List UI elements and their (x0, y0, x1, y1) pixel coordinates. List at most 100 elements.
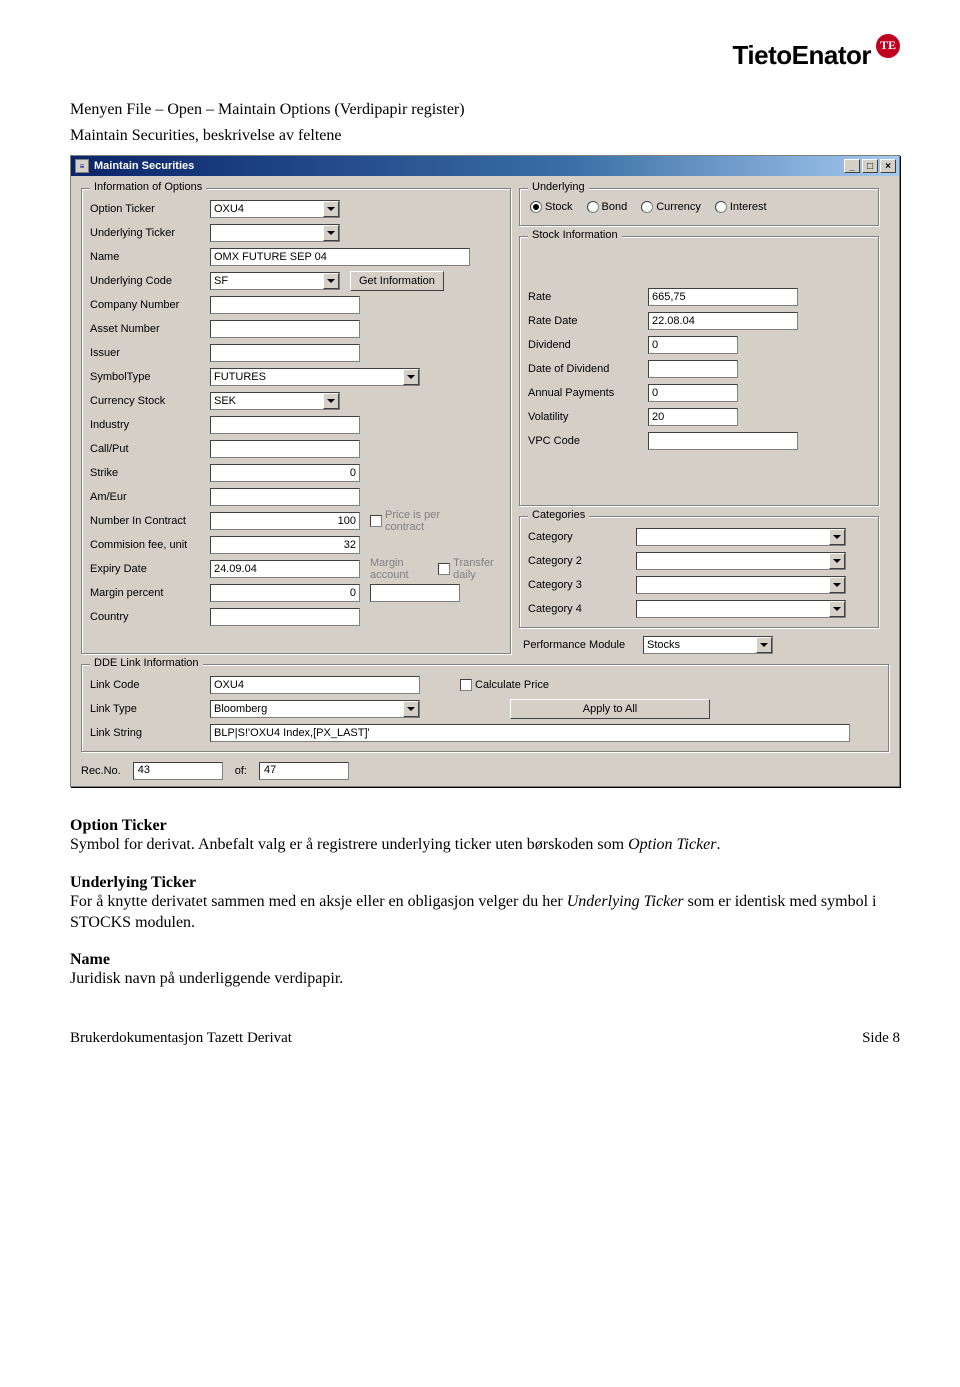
category3-combo[interactable] (636, 576, 846, 594)
label-rec-no: Rec.No. (81, 765, 121, 777)
chevron-down-icon[interactable] (829, 577, 845, 593)
margin-percent-input[interactable] (210, 584, 360, 602)
group-title-stockinfo: Stock Information (528, 229, 622, 241)
section-body-name: Juridisk navn på underliggende verdipapi… (70, 969, 900, 990)
underlying-ticker-combo[interactable] (210, 224, 340, 242)
country-input[interactable] (210, 608, 360, 626)
category4-input[interactable] (636, 600, 846, 618)
calculate-price-checkbox[interactable] (460, 679, 472, 691)
chevron-down-icon[interactable] (323, 393, 339, 409)
radio-stock[interactable]: Stock (530, 201, 573, 213)
chevron-down-icon[interactable] (756, 637, 772, 653)
option-ticker-combo[interactable] (210, 200, 340, 218)
volatility-input[interactable] (648, 408, 738, 426)
annual-payments-input[interactable] (648, 384, 738, 402)
label-underlying-ticker: Underlying Ticker (90, 227, 210, 239)
brand-logo: TietoEnator TE (70, 40, 900, 71)
chevron-down-icon[interactable] (403, 701, 419, 717)
chevron-down-icon[interactable] (829, 529, 845, 545)
rate-date-input[interactable] (648, 312, 798, 330)
number-in-contract-input[interactable] (210, 512, 360, 530)
chevron-down-icon[interactable] (403, 369, 419, 385)
label-company-number: Company Number (90, 299, 210, 311)
link-type-input[interactable] (210, 700, 420, 718)
expiry-date-input[interactable] (210, 560, 360, 578)
window-sysmenu-icon[interactable]: ≡ (75, 159, 89, 173)
brand-badge: TE (876, 34, 900, 58)
date-of-dividend-input[interactable] (648, 360, 738, 378)
underlying-code-combo[interactable] (210, 272, 340, 290)
window-title: Maintain Securities (94, 160, 842, 172)
rec-total-value: 47 (259, 762, 349, 780)
radio-currency[interactable]: Currency (641, 201, 701, 213)
radio-icon (587, 201, 599, 213)
label-link-string: Link String (90, 727, 210, 739)
performance-module-input[interactable] (643, 636, 773, 654)
group-title-underlying: Underlying (528, 181, 589, 193)
category-combo[interactable] (636, 528, 846, 546)
currency-stock-input[interactable] (210, 392, 340, 410)
asset-number-input[interactable] (210, 320, 360, 338)
symbol-type-input[interactable] (210, 368, 420, 386)
underlying-code-input[interactable] (210, 272, 340, 290)
chevron-down-icon[interactable] (829, 601, 845, 617)
window-maximize-button[interactable]: □ (862, 159, 878, 173)
chevron-down-icon[interactable] (323, 273, 339, 289)
category2-input[interactable] (636, 552, 846, 570)
apply-to-all-button[interactable]: Apply to All (510, 699, 710, 719)
category3-input[interactable] (636, 576, 846, 594)
call-put-input[interactable] (210, 440, 360, 458)
label-link-code: Link Code (90, 679, 210, 691)
name-input[interactable] (210, 248, 470, 266)
label-link-type: Link Type (90, 703, 210, 715)
rate-input[interactable] (648, 288, 798, 306)
link-string-input[interactable] (210, 724, 850, 742)
label-currency-stock: Currency Stock (90, 395, 210, 407)
vpc-code-input[interactable] (648, 432, 798, 450)
chevron-down-icon[interactable] (323, 201, 339, 217)
category2-combo[interactable] (636, 552, 846, 570)
issuer-input[interactable] (210, 344, 360, 362)
window-close-button[interactable]: × (880, 159, 896, 173)
chevron-down-icon[interactable] (829, 553, 845, 569)
margin-extra-input[interactable] (370, 584, 460, 602)
am-eur-input[interactable] (210, 488, 360, 506)
label-asset-number: Asset Number (90, 323, 210, 335)
group-title-info: Information of Options (90, 181, 206, 193)
link-type-combo[interactable] (210, 700, 420, 718)
group-information-of-options: Information of Options Option Ticker Und… (81, 188, 511, 654)
radio-bond[interactable]: Bond (587, 201, 628, 213)
option-ticker-input[interactable] (210, 200, 340, 218)
label-calculate-price: Calculate Price (475, 679, 549, 691)
link-code-input[interactable] (210, 676, 420, 694)
label-margin-percent: Margin percent (90, 587, 210, 599)
label-category: Category (528, 531, 636, 543)
chevron-down-icon[interactable] (323, 225, 339, 241)
maintain-securities-window: ≡ Maintain Securities _ □ × Information … (70, 155, 900, 787)
label-category3: Category 3 (528, 579, 636, 591)
performance-module-combo[interactable] (643, 636, 773, 654)
window-minimize-button[interactable]: _ (844, 159, 860, 173)
currency-stock-combo[interactable] (210, 392, 340, 410)
company-number-input[interactable] (210, 296, 360, 314)
category4-combo[interactable] (636, 600, 846, 618)
strike-input[interactable] (210, 464, 360, 482)
record-status-bar: Rec.No. 43 of: 47 (71, 758, 899, 786)
commision-fee-input[interactable] (210, 536, 360, 554)
label-of: of: (235, 765, 247, 777)
underlying-ticker-input[interactable] (210, 224, 340, 242)
price-per-contract-checkbox[interactable] (370, 515, 382, 527)
label-category4: Category 4 (528, 603, 636, 615)
dividend-input[interactable] (648, 336, 738, 354)
industry-input[interactable] (210, 416, 360, 434)
category-input[interactable] (636, 528, 846, 546)
radio-icon (530, 201, 542, 213)
radio-interest[interactable]: Interest (715, 201, 767, 213)
group-title-categories: Categories (528, 509, 589, 521)
get-information-button[interactable]: Get Information (350, 271, 444, 291)
section-title-name: Name (70, 951, 900, 969)
symbol-type-combo[interactable] (210, 368, 420, 386)
margin-account-checkbox[interactable] (438, 563, 450, 575)
radio-icon (715, 201, 727, 213)
doc-heading-1: Menyen File – Open – Maintain Options (V… (70, 101, 900, 119)
